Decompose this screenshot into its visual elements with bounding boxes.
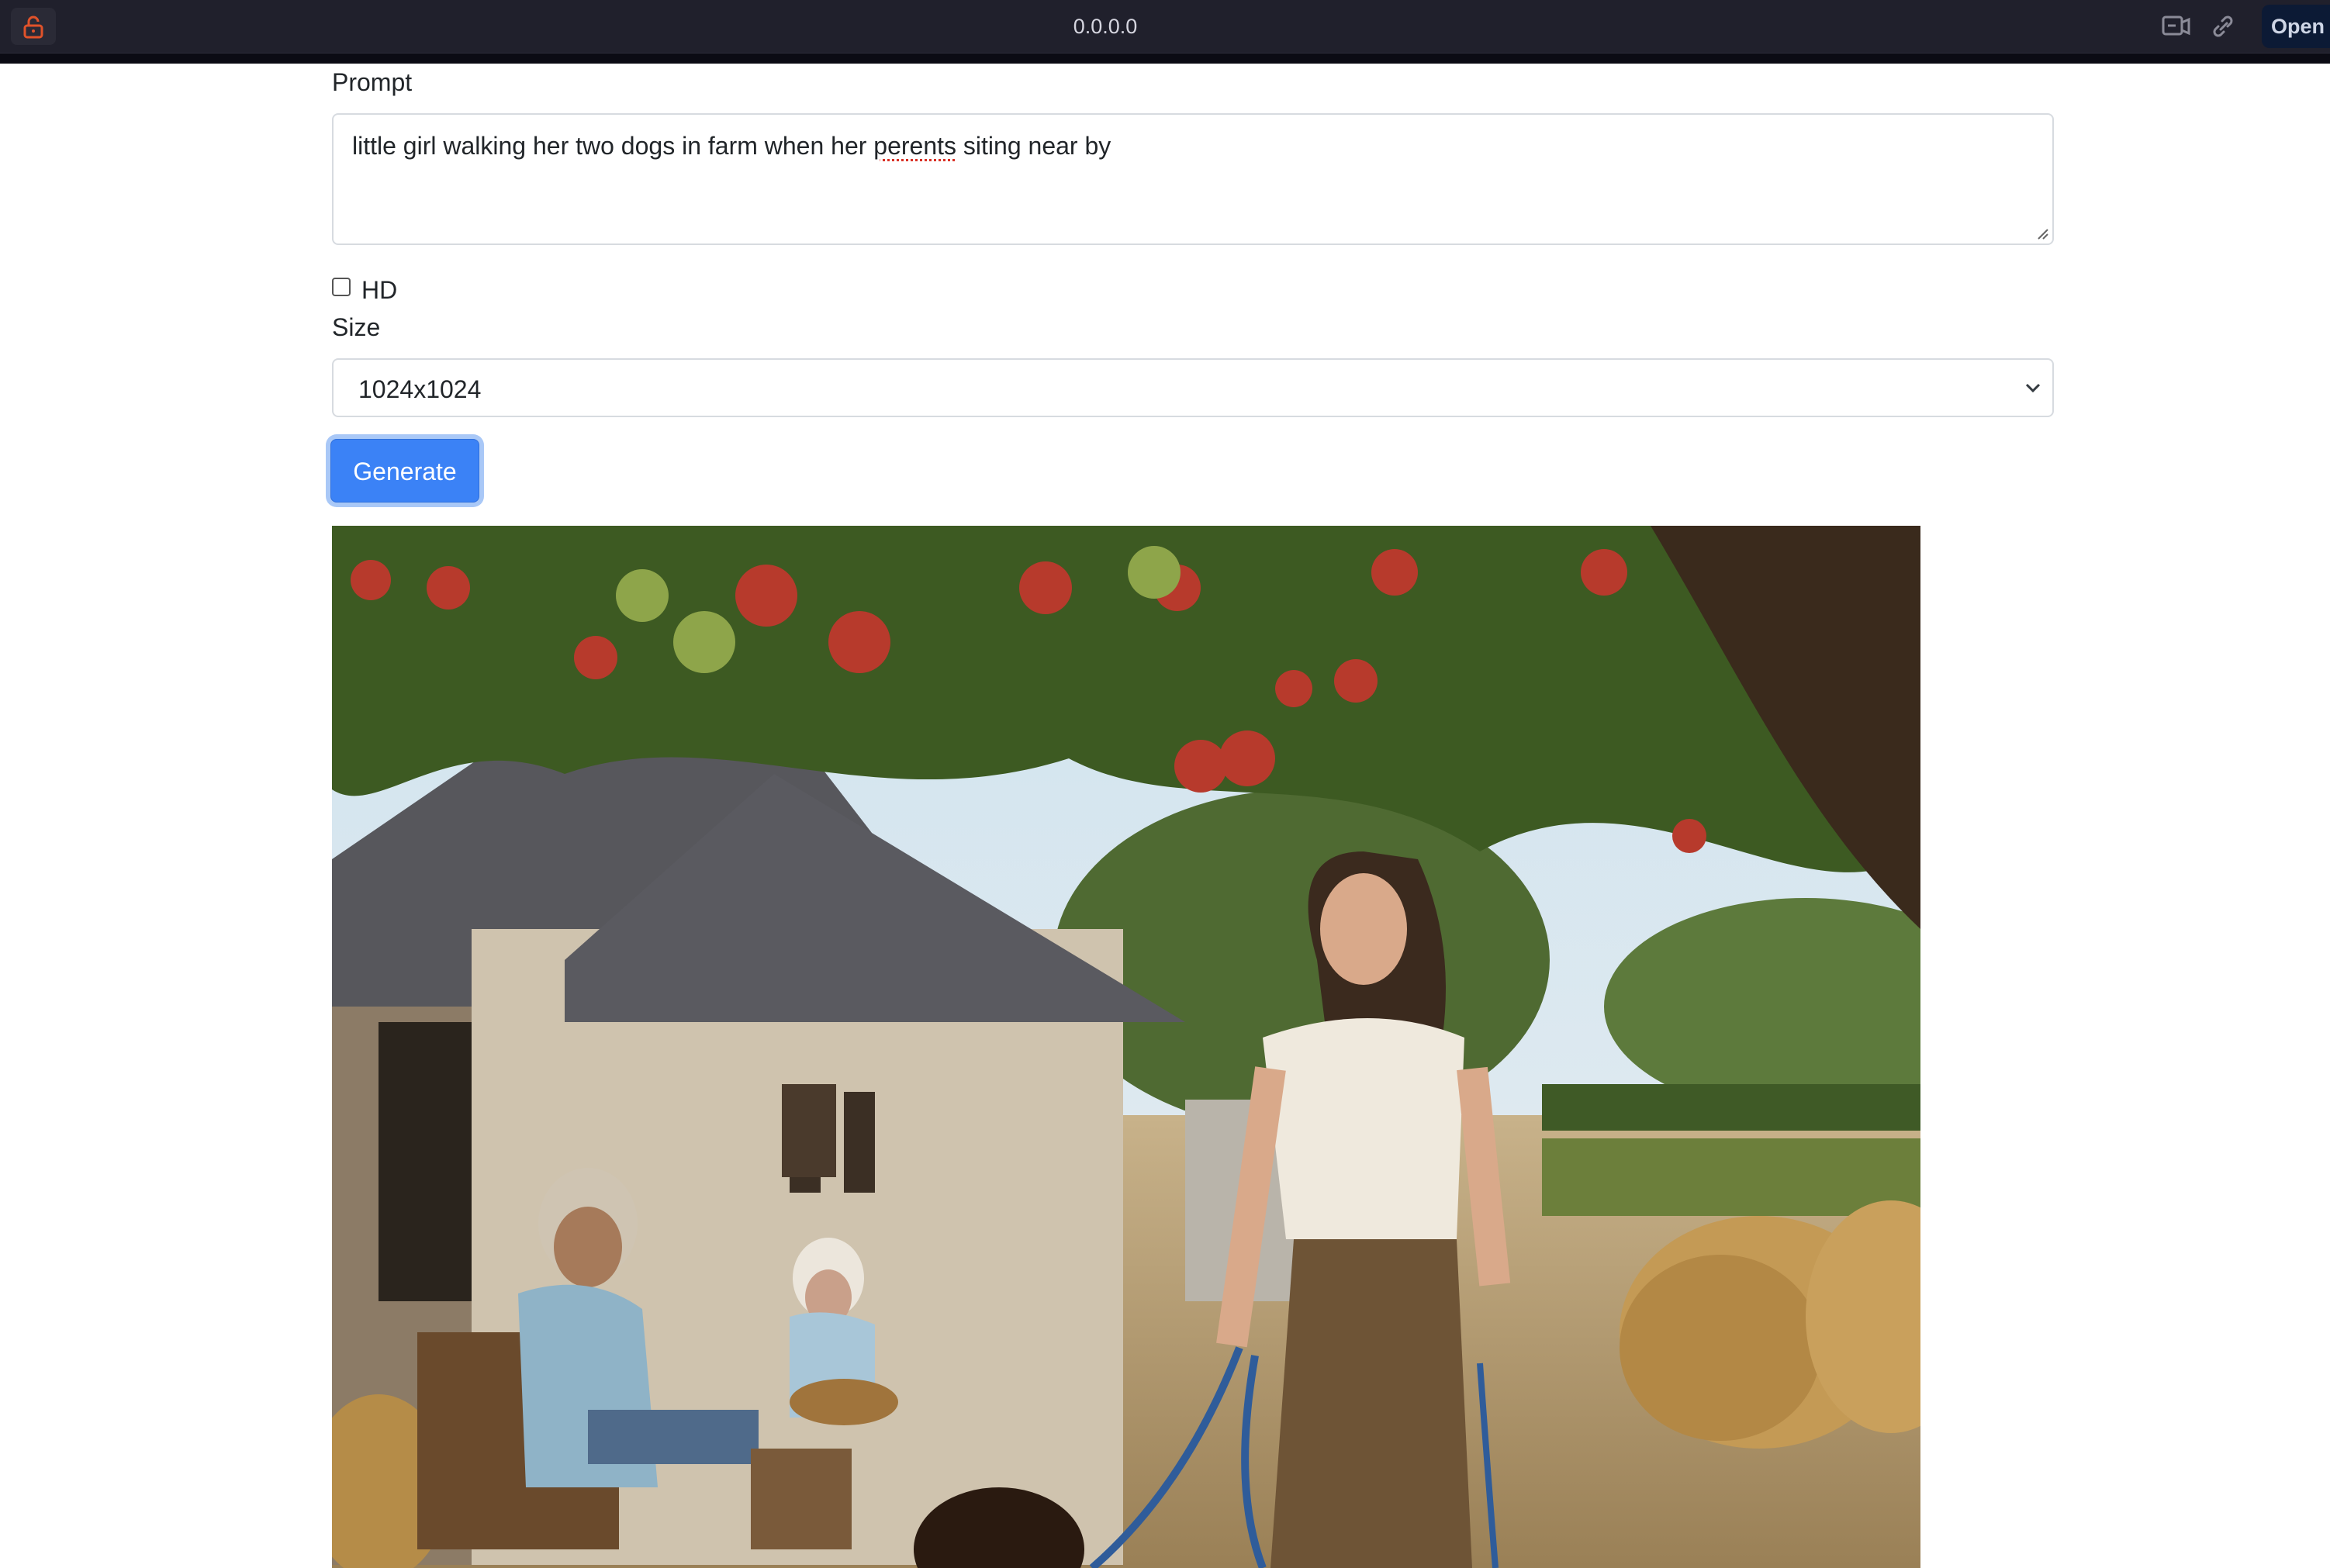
chevron-down-icon: [2025, 383, 2041, 393]
size-label: Size: [332, 313, 381, 341]
hd-checkbox[interactable]: [332, 278, 351, 296]
size-selected-value: 1024x1024: [358, 375, 482, 403]
size-select[interactable]: 1024x1024: [332, 358, 2054, 417]
resize-grip-icon[interactable]: [2035, 226, 2049, 240]
site-security-button[interactable]: [11, 8, 56, 45]
open-in-button[interactable]: Open in: [2262, 5, 2330, 48]
lock-icon: [23, 16, 43, 39]
link-icon[interactable]: [2209, 13, 2237, 40]
generated-image: [332, 526, 1920, 1568]
hd-label[interactable]: HD: [361, 275, 397, 306]
address-bar: 0.0.0.0 Open in: [0, 0, 2330, 54]
prompt-text: little girl walking her two dogs in farm…: [352, 132, 1111, 160]
prompt-label: Prompt: [332, 68, 413, 96]
browser-toolbar: 0.0.0.0 Open in: [0, 0, 2330, 64]
prompt-textarea[interactable]: little girl walking her two dogs in farm…: [332, 113, 2054, 245]
generate-button[interactable]: Generate: [330, 439, 479, 503]
url-text[interactable]: 0.0.0.0: [970, 11, 1241, 42]
misspelled-word: perents: [873, 132, 957, 160]
screen-share-icon[interactable]: [2161, 13, 2192, 40]
